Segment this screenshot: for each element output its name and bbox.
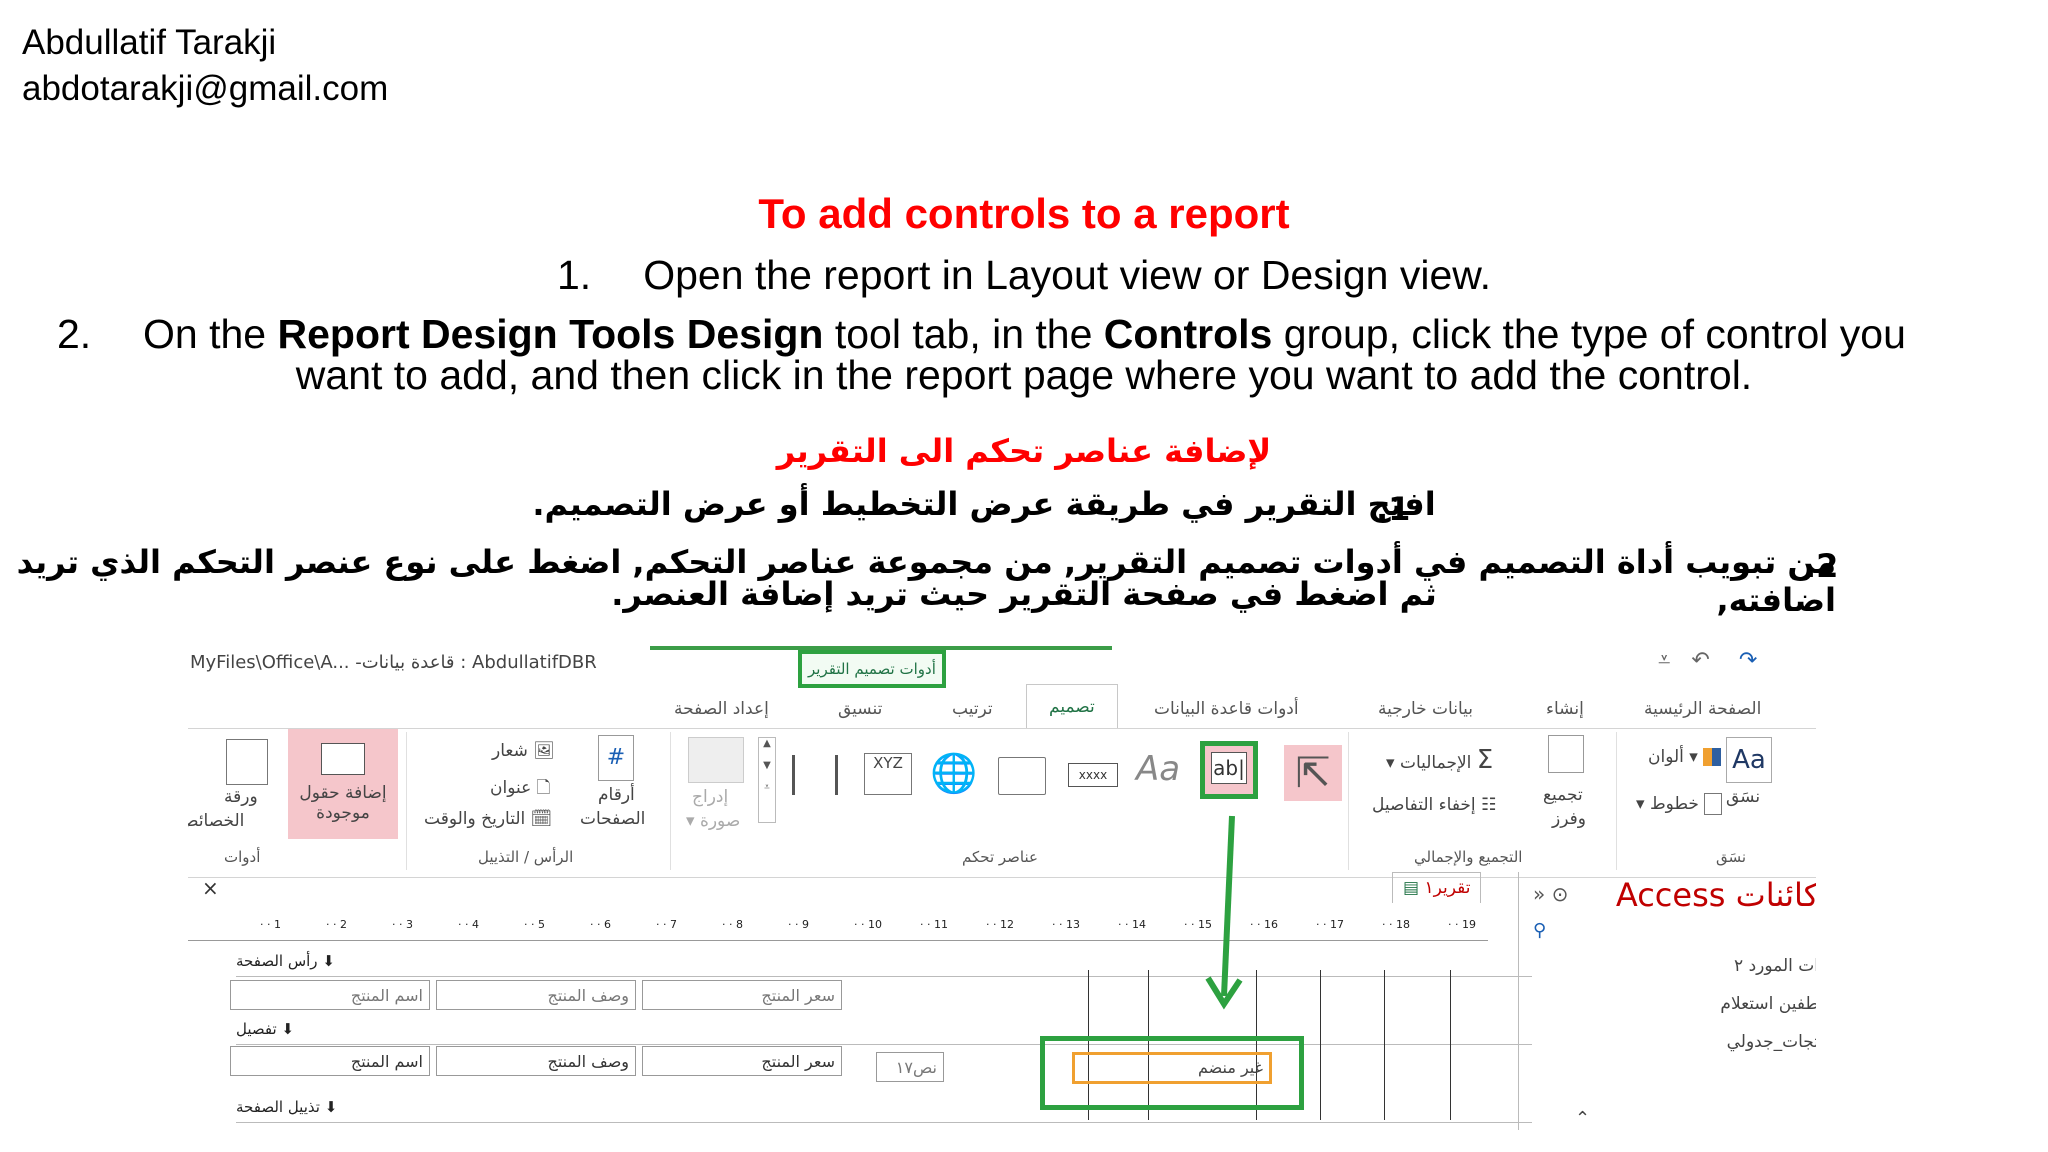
nav-item[interactable]: طفين استعلام xyxy=(1720,994,1816,1014)
step-2-bold-a: Report Design Tools Design xyxy=(277,311,824,357)
search-icon[interactable]: ⚲ xyxy=(1533,920,1546,941)
nav-pane-title: Access كائنات xyxy=(1615,876,1816,914)
nav-item[interactable]: تجات_جدولي xyxy=(1727,1032,1816,1052)
author-block: Abdullatif Tarakji abdotarakji@gmail.com xyxy=(22,20,388,112)
english-title: To add controls to a report xyxy=(758,190,1290,237)
author-email: abdotarakji@gmail.com xyxy=(22,69,389,108)
step-2-text-c: group, click the type of control you xyxy=(1272,311,1906,357)
arabic-title: لإضافة عناصر تحكم الى التقرير xyxy=(776,432,1272,470)
english-step-2-line-2: want to add, and then click in the repor… xyxy=(295,352,1753,398)
arabic-step-1: افتح التقرير في طريقة عرض التخطيط أو عرض… xyxy=(532,485,1436,523)
english-step-1: 1. Open the report in Layout view or Desi… xyxy=(0,252,2048,299)
navigation-pane: Access كائنات » ⊙ ⚲ ات المورد ٢ طفين است… xyxy=(1518,872,1816,1130)
step-2-text-a: On the xyxy=(143,311,278,357)
step-2-bold-b: Controls xyxy=(1103,311,1273,357)
arabic-step-1-number: .1 xyxy=(1376,490,1411,528)
access-screenshot: MyFiles\Office\A... -قاعدة بيانات : Abdu… xyxy=(188,640,1816,1130)
nav-expand-icon[interactable]: ⌃ xyxy=(1575,1108,1590,1129)
english-step-2: 2. On the Report Design Tools Design tool… xyxy=(57,311,1906,358)
step-1-number: 1. xyxy=(557,252,592,298)
step-1-text: Open the report in Layout view or Design… xyxy=(643,252,1491,298)
nav-item[interactable]: ات المورد ٢ xyxy=(1734,956,1816,976)
step-2-number: 2. xyxy=(57,311,92,357)
author-name: Abdullatif Tarakji xyxy=(22,23,277,62)
step-2-text-b: tool tab, in the xyxy=(823,311,1104,357)
arabic-step-2-line-2: ثم اضغط في صفحة التقرير حيث تريد إضافة ا… xyxy=(611,575,1437,613)
nav-pane-collapse-icon[interactable]: » ⊙ xyxy=(1533,882,1568,906)
